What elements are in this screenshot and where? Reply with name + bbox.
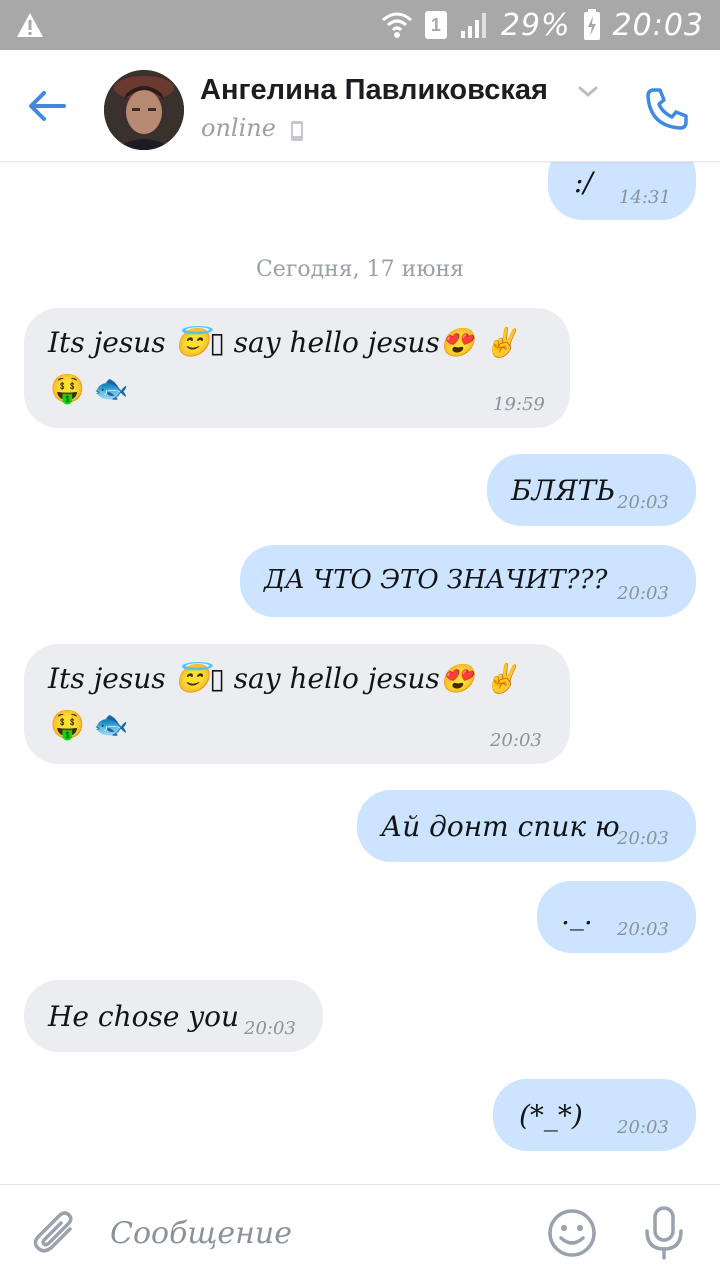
message-text: БЛЯТЬ [511, 474, 616, 507]
message-text: ._. [561, 898, 593, 931]
battery-percent: 29% [500, 7, 571, 43]
message-list[interactable]: :/ 14:31 Сегодня, 17 июня Its jesus 😇▯ s… [0, 162, 720, 1184]
signal-icon [460, 13, 486, 38]
message-composer [0, 1184, 720, 1280]
battery-icon [583, 9, 600, 40]
message-text: He chose you [48, 1000, 240, 1033]
message-time: 19:59 [493, 394, 545, 415]
message-time: 20:03 [617, 583, 669, 604]
status-bar-right: 1 29% 20:03 [381, 0, 704, 50]
date-separator: Сегодня, 17 июня [255, 257, 465, 282]
sim-number: 1 [430, 14, 441, 35]
avatar[interactable] [104, 70, 184, 150]
warning-icon [17, 13, 43, 37]
presence-status: online [201, 114, 276, 142]
chat-header: Ангелина Павликовская online [0, 50, 720, 162]
message-text: :/ [574, 166, 593, 199]
message-time: 14:31 [619, 187, 671, 208]
message-text: (*_*) [519, 1099, 583, 1132]
message-text-line2: 🤑 🐟 [50, 708, 129, 741]
wifi-icon [381, 12, 412, 38]
mic-icon[interactable] [640, 1205, 688, 1261]
message-time: 20:03 [490, 730, 542, 751]
message-time: 20:03 [617, 492, 669, 513]
back-arrow-icon[interactable] [24, 84, 68, 128]
message-time: 20:03 [617, 828, 669, 849]
message-time: 20:03 [244, 1018, 296, 1039]
sim-icon: 1 [424, 11, 447, 39]
message-text: ДА ЧТО ЭТО ЗНАЧИТ??? [264, 565, 608, 595]
message-input[interactable] [110, 1209, 520, 1257]
message-text-line2: 🤑 🐟 [50, 372, 129, 405]
message-time: 20:03 [617, 919, 669, 940]
status-bar: 1 29% 20:03 [0, 0, 720, 50]
smile-icon[interactable] [546, 1207, 598, 1259]
chevron-down-icon[interactable] [576, 84, 600, 100]
message-time: 20:03 [617, 1117, 669, 1138]
phone-icon[interactable] [642, 84, 692, 134]
avatar-image [104, 70, 184, 150]
message-text: Its jesus 😇▯ say hello jesus😍 ✌ [48, 326, 519, 359]
contact-name[interactable]: Ангелина Павликовская [200, 74, 548, 107]
attach-icon[interactable] [30, 1207, 82, 1259]
message-text: Ай донт спик ю [381, 810, 620, 843]
clock: 20:03 [612, 7, 704, 43]
message-text: Its jesus 😇▯ say hello jesus😍 ✌ [48, 662, 519, 695]
mobile-device-icon [291, 121, 303, 141]
